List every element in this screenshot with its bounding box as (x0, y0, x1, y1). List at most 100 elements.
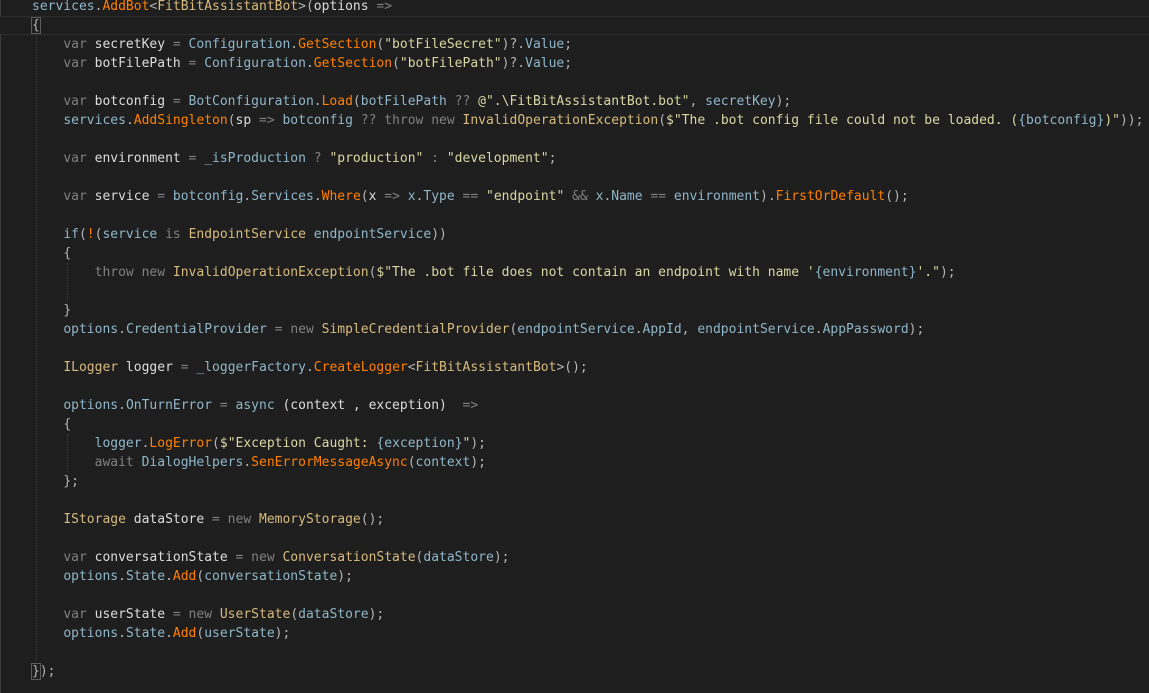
code-line[interactable]: options.CredentialProvider = new SimpleC… (32, 320, 1143, 339)
code-line[interactable]: if(!(service is EndpointService endpoint… (32, 225, 1143, 244)
code-token: var (63, 151, 87, 166)
code-line[interactable]: { (32, 415, 1143, 434)
code-line[interactable] (32, 282, 1143, 301)
code-line[interactable]: { (32, 244, 1143, 263)
code-token: } (31, 663, 41, 680)
code-line[interactable]: options.State.Add(userState); (32, 624, 1143, 643)
code-token: userState (86, 607, 173, 622)
code-token: secretKey (86, 37, 173, 52)
code-token: ( (658, 113, 667, 128)
code-token: InvalidOperationException (172, 265, 369, 280)
code-line[interactable]: }); (31, 662, 1143, 681)
code-token: ); (775, 94, 792, 109)
code-line[interactable]: var service = botconfig.Services.Where(x… (32, 187, 1143, 206)
code-token: ); (368, 607, 385, 622)
code-line[interactable]: services.AddBot<FitBitAssistantBot>(opti… (32, 0, 1143, 16)
code-editor[interactable]: services.AddBot<FitBitAssistantBot>(opti… (0, 0, 1149, 693)
code-line[interactable]: var conversationState = new Conversation… (32, 548, 1143, 567)
code-token: ( (78, 227, 87, 242)
code-line[interactable]: logger.LogError($"Exception Caught: {exc… (32, 434, 1143, 453)
code-token: >(); (556, 360, 588, 375)
code-token: ); (493, 550, 510, 565)
code-line[interactable] (32, 168, 1143, 187)
code-token: throw (384, 113, 424, 128)
code-token: botFilePath (86, 56, 189, 71)
code-token: ( (407, 455, 416, 470)
code-line[interactable]: ILogger logger = _loggerFactory.CreateLo… (32, 358, 1143, 377)
code-line[interactable]: { (31, 16, 1143, 35)
code-token: = (212, 398, 236, 413)
code-token: Services (251, 189, 314, 204)
code-token: logger (94, 436, 142, 451)
code-token: => (251, 113, 283, 128)
code-line[interactable]: var userState = new UserState(dataStore)… (32, 605, 1143, 624)
code-token: LogError (149, 436, 213, 451)
code-line[interactable]: services.AddSingleton(sp => botconfig ??… (32, 111, 1143, 130)
code-token: services (63, 113, 126, 128)
code-token: userState (204, 626, 275, 641)
code-token: x (407, 189, 416, 204)
code-token: = (180, 360, 189, 375)
code-token: Where (321, 189, 361, 204)
code-token: ILogger (63, 360, 119, 375)
code-text[interactable]: services.AddBot<FitBitAssistantBot>(opti… (31, 0, 1143, 681)
code-line[interactable]: } (32, 301, 1143, 320)
code-token: $"The .bot config file could not be load… (666, 113, 1019, 128)
code-token: = (172, 607, 181, 622)
code-line[interactable] (32, 73, 1143, 92)
code-line[interactable]: options.OnTurnError = async (context , e… (32, 396, 1143, 415)
code-line[interactable]: throw new InvalidOperationException($"Th… (32, 263, 1143, 282)
code-line[interactable]: await DialogHelpers.SenErrorMessageAsync… (32, 453, 1143, 472)
code-token: options (313, 0, 369, 14)
code-token: . (118, 322, 126, 337)
code-token: GetSection (313, 56, 393, 71)
code-line[interactable]: var botFilePath = Configuration.GetSecti… (32, 54, 1143, 73)
code-token: botconfig (165, 189, 244, 204)
code-line[interactable]: options.State.Add(conversationState); (32, 567, 1143, 586)
code-token: = (172, 37, 181, 52)
code-line[interactable]: var secretKey = Configuration.GetSection… (32, 35, 1143, 54)
code-line[interactable] (32, 130, 1143, 149)
code-token: new (180, 607, 220, 622)
code-token: => (376, 189, 408, 204)
code-token: secretKey (705, 94, 776, 109)
code-token: State (125, 569, 166, 584)
code-token: (); (360, 512, 385, 527)
editor-left-border (0, 0, 1, 693)
code-token: sp (235, 113, 252, 128)
code-line[interactable]: }; (32, 472, 1143, 491)
code-line[interactable] (32, 339, 1143, 358)
code-token: >( (298, 0, 314, 14)
code-line[interactable] (32, 586, 1143, 605)
code-token: ( (392, 56, 400, 71)
code-token: conversationState (86, 550, 236, 565)
code-line[interactable] (32, 529, 1143, 548)
code-token: { (63, 246, 72, 261)
code-token: FitBitAssistantBot (415, 360, 557, 375)
code-token: IStorage (63, 512, 126, 527)
code-token: == (454, 189, 487, 204)
code-line[interactable] (32, 491, 1143, 510)
code-line[interactable] (32, 377, 1143, 396)
code-token: environment (673, 189, 760, 204)
code-line[interactable]: var botconfig = BotConfiguration.Load(bo… (32, 92, 1143, 111)
code-token: AppId (642, 322, 682, 337)
code-token: . (305, 360, 314, 375)
code-line[interactable] (32, 206, 1143, 225)
code-token: new (423, 113, 463, 128)
code-token: )); (1119, 113, 1144, 128)
code-token: var (63, 607, 87, 622)
code-token: await (94, 455, 134, 470)
code-token: _loggerFactory (188, 360, 306, 375)
code-line[interactable] (32, 643, 1143, 662)
code-token: $"The .bot file does not contain an endp… (376, 265, 815, 280)
code-token: . (243, 189, 252, 204)
code-line[interactable]: IStorage dataStore = new MemoryStorage()… (32, 510, 1143, 529)
code-line[interactable]: var environment = _isProduction ? "produ… (32, 149, 1143, 168)
